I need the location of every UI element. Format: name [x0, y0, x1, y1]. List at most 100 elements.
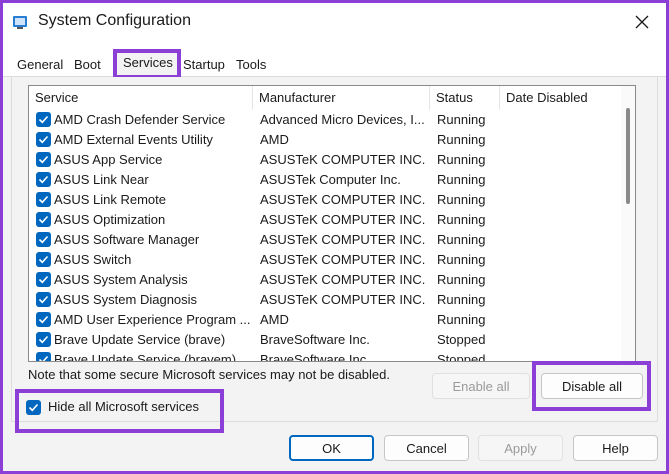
- service-date-disabled: [507, 170, 617, 190]
- service-name: Brave Update Service (bravem): [54, 352, 237, 362]
- service-manufacturer: ASUSTeK COMPUTER INC.: [260, 212, 426, 227]
- services-list[interactable]: Service Manufacturer Status Date Disable…: [28, 85, 636, 362]
- table-row[interactable]: ASUS System Analysis ASUSTeK COMPUTER INC…: [29, 270, 621, 290]
- table-row[interactable]: AMD User Experience Program ... AMD Runnin…: [29, 310, 621, 330]
- service-status: Running: [437, 152, 486, 167]
- service-manufacturer: ASUSTeK COMPUTER INC.: [260, 272, 426, 287]
- service-checkbox[interactable]: [36, 172, 51, 187]
- tab-services[interactable]: Services: [113, 49, 181, 79]
- service-date-disabled: [507, 110, 617, 130]
- service-checkbox[interactable]: [36, 292, 51, 307]
- system-configuration-window: System Configuration General Boot Servic…: [3, 3, 666, 471]
- tab-tools[interactable]: Tools: [232, 55, 270, 75]
- service-status: Running: [437, 312, 486, 327]
- list-header: Service Manufacturer Status Date Disable…: [29, 86, 635, 110]
- service-manufacturer: BraveSoftware Inc.: [260, 352, 370, 362]
- hide-microsoft-services-checkbox[interactable]: [26, 400, 41, 415]
- hide-microsoft-services-label[interactable]: Hide all Microsoft services: [48, 399, 199, 414]
- msconfig-app-icon: [12, 14, 28, 30]
- tab-general[interactable]: General: [13, 55, 67, 75]
- tab-strip: General Boot Services Startup Tools: [3, 41, 666, 79]
- service-date-disabled: [507, 230, 617, 250]
- services-panel: Service Manufacturer Status Date Disable…: [11, 77, 658, 433]
- service-checkbox[interactable]: [36, 332, 51, 347]
- service-name: AMD Crash Defender Service: [54, 112, 226, 127]
- enable-all-button[interactable]: Enable all: [432, 373, 530, 399]
- service-manufacturer: ASUSTeK COMPUTER INC.: [260, 232, 426, 247]
- service-date-disabled: [507, 130, 617, 150]
- service-name: AMD User Experience Program ...: [54, 312, 250, 327]
- table-row[interactable]: ASUS Switch ASUSTeK COMPUTER INC. Running: [29, 250, 621, 270]
- service-status: Running: [437, 212, 486, 227]
- service-name: ASUS System Diagnosis: [54, 292, 198, 307]
- service-checkbox[interactable]: [36, 272, 51, 287]
- window-title: System Configuration: [38, 12, 191, 29]
- service-manufacturer: ASUSTek Computer Inc.: [260, 172, 401, 187]
- scrollbar-thumb[interactable]: [626, 108, 630, 204]
- column-header-manufacturer[interactable]: Manufacturer: [253, 86, 430, 110]
- service-status: Running: [437, 252, 486, 267]
- service-checkbox[interactable]: [36, 152, 51, 167]
- service-checkbox[interactable]: [36, 112, 51, 127]
- service-manufacturer: ASUSTeK COMPUTER INC.: [260, 252, 426, 267]
- help-button[interactable]: Help: [573, 435, 658, 461]
- ok-button[interactable]: OK: [289, 435, 374, 461]
- table-row[interactable]: ASUS System Diagnosis ASUSTeK COMPUTER IN…: [29, 290, 621, 310]
- service-manufacturer: AMD: [260, 132, 289, 147]
- title-bar: System Configuration: [3, 3, 666, 41]
- service-date-disabled: [507, 270, 617, 290]
- table-row[interactable]: AMD External Events Utility AMD Running: [29, 130, 621, 150]
- service-status: Running: [437, 112, 486, 127]
- service-status: Running: [437, 292, 486, 307]
- service-manufacturer: ASUSTeK COMPUTER INC.: [260, 192, 426, 207]
- column-header-status[interactable]: Status: [430, 86, 500, 110]
- service-manufacturer: Advanced Micro Devices, I...: [260, 112, 425, 127]
- vertical-scrollbar[interactable]: [621, 86, 635, 361]
- service-name: ASUS App Service: [54, 152, 163, 167]
- table-row[interactable]: ASUS App Service ASUSTeK COMPUTER INC. Run…: [29, 150, 621, 170]
- service-name: ASUS Software Manager: [54, 232, 200, 247]
- service-status: Running: [437, 172, 486, 187]
- disable-all-button[interactable]: Disable all: [541, 373, 643, 399]
- service-name: ASUS Optimization: [54, 212, 166, 227]
- apply-button[interactable]: Apply: [478, 435, 563, 461]
- table-row[interactable]: Brave Update Service (brave) BraveSoftwar…: [29, 330, 621, 350]
- service-status: Stopped: [437, 332, 486, 347]
- service-date-disabled: [507, 330, 617, 350]
- tab-startup[interactable]: Startup: [179, 55, 229, 75]
- service-checkbox[interactable]: [36, 312, 51, 327]
- service-checkbox[interactable]: [36, 132, 51, 147]
- service-checkbox[interactable]: [36, 252, 51, 267]
- table-row[interactable]: ASUS Link Remote ASUSTeK COMPUTER INC. Run…: [29, 190, 621, 210]
- service-checkbox[interactable]: [36, 232, 51, 247]
- tab-boot[interactable]: Boot: [70, 55, 105, 75]
- column-header-service[interactable]: Service: [29, 86, 253, 110]
- close-icon[interactable]: [628, 9, 656, 35]
- cancel-button[interactable]: Cancel: [384, 435, 469, 461]
- service-manufacturer: AMD: [260, 312, 289, 327]
- service-name: ASUS Switch: [54, 252, 132, 267]
- table-row[interactable]: ASUS Optimization ASUSTeK COMPUTER INC. Ru…: [29, 210, 621, 230]
- table-row[interactable]: ASUS Link Near ASUSTek Computer Inc. Runni…: [29, 170, 621, 190]
- service-manufacturer: ASUSTeK COMPUTER INC.: [260, 152, 426, 167]
- secure-services-note: Note that some secure Microsoft services…: [28, 367, 390, 382]
- service-status: Running: [437, 192, 486, 207]
- service-name: AMD External Events Utility: [54, 132, 213, 147]
- column-header-date-disabled[interactable]: Date Disabled: [500, 86, 618, 110]
- service-manufacturer: BraveSoftware Inc.: [260, 332, 370, 347]
- service-status: Stopped: [437, 352, 486, 362]
- service-status: Running: [437, 232, 486, 247]
- service-checkbox[interactable]: [36, 212, 51, 227]
- table-row[interactable]: ASUS Software Manager ASUSTeK COMPUTER IN…: [29, 230, 621, 250]
- table-row[interactable]: AMD Crash Defender Service Advanced Micro…: [29, 110, 621, 130]
- service-name: ASUS System Analysis: [54, 272, 188, 287]
- service-name: ASUS Link Near: [54, 172, 149, 187]
- service-checkbox[interactable]: [36, 352, 51, 361]
- service-date-disabled: [507, 150, 617, 170]
- service-date-disabled: [507, 290, 617, 310]
- service-date-disabled: [507, 190, 617, 210]
- service-checkbox[interactable]: [36, 192, 51, 207]
- service-status: Running: [437, 132, 486, 147]
- service-date-disabled: [507, 310, 617, 330]
- service-manufacturer: ASUSTeK COMPUTER INC.: [260, 292, 426, 307]
